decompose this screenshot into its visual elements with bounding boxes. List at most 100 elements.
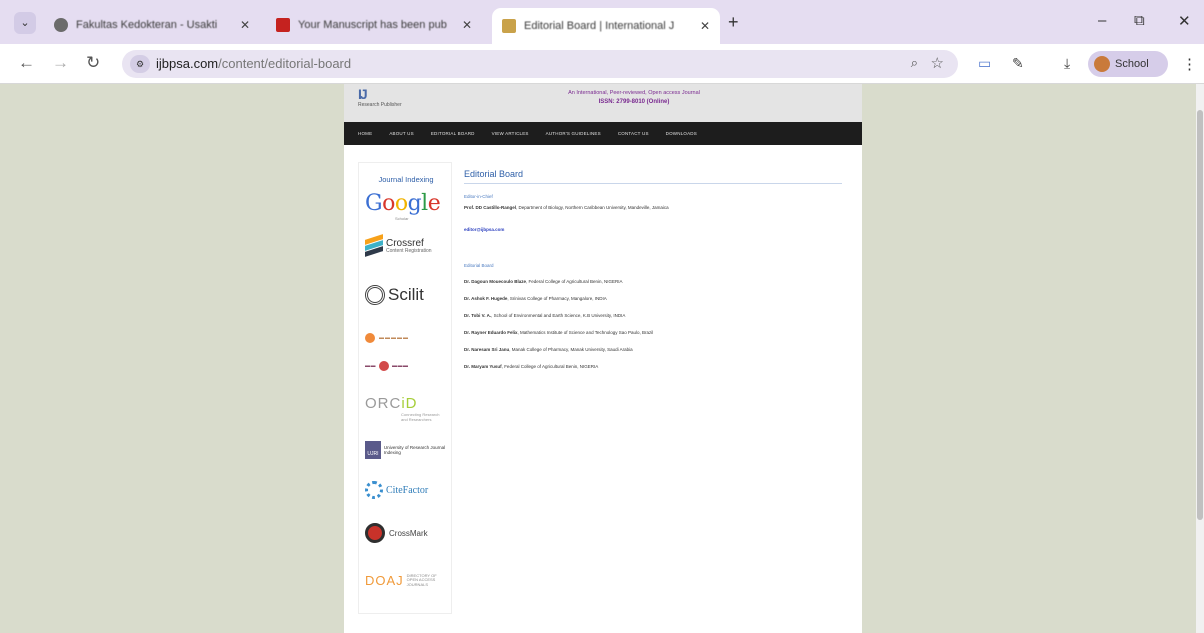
menu-kebab-icon[interactable]: ⋮	[1182, 55, 1197, 73]
crossmark-icon	[365, 523, 385, 543]
bookmark-star-icon[interactable]: ☆	[931, 54, 944, 72]
scilit-text: Scilit	[388, 285, 424, 304]
board-member: Dr. Dagoun Mouecoulo Blaze, Federal Coll…	[464, 279, 623, 284]
editor-in-chief-label: Editor-in-Chief	[464, 194, 493, 199]
close-window-button[interactable]: ✕	[1178, 12, 1191, 30]
zoom-icon[interactable]: ⌕	[911, 55, 918, 71]
tab-title: Fakultas Kedokteran - Usakti	[76, 19, 218, 31]
member-affiliation: , School of Environmental and Earth Scie…	[491, 313, 626, 318]
site-info-icon[interactable]: ⚙	[130, 55, 150, 73]
site-nav: HOME ABOUT US EDITORIAL BOARD VIEW ARTIC…	[344, 122, 862, 145]
board-member: Dr. Tobi V. A., School of Environmental …	[464, 313, 625, 318]
citefactor-logo[interactable]: CiteFactor	[365, 481, 447, 499]
member-affiliation: , Federal College of Agricultural Benin,…	[526, 279, 623, 284]
nav-editorial-board[interactable]: EDITORIAL BOARD	[431, 131, 475, 136]
research-journal-text: University of Research Journal Indexing	[383, 445, 446, 455]
member-name: Dr. Tobi V. A.	[464, 313, 492, 318]
crossref-icon	[365, 234, 383, 257]
index-dot-icon	[365, 333, 375, 343]
crossmark-text: CrossMark	[389, 528, 428, 538]
member-affiliation: , Mathematics Institute of Science and T…	[517, 330, 654, 335]
sidebar-title: Journal Indexing	[378, 175, 434, 184]
main-content: Editorial Board Editor-in-Chief Prof. DD…	[464, 169, 842, 369]
tab-title: Editorial Board | International J	[524, 20, 675, 32]
profile-button[interactable]: School	[1088, 51, 1168, 77]
forward-arrow-icon[interactable]: →	[52, 53, 69, 73]
citefactor-icon	[365, 481, 383, 499]
address-bar[interactable]: ⚙ ijbpsa.com/content/editorial-board ⌕ ☆	[122, 50, 958, 78]
building-icon: UJRI	[365, 441, 381, 459]
journal-tagline: An International, Peer-reviewed, Open ac…	[568, 90, 700, 96]
site-favicon-icon	[502, 19, 516, 33]
nav-view-articles[interactable]: VIEW ARTICLES	[492, 131, 529, 136]
google-sub: Scholar	[395, 216, 409, 221]
browser-toolbar: ← → ↻ ⚙ ijbpsa.com/content/editorial-boa…	[0, 44, 1204, 84]
logo-sub: Research Publisher	[358, 102, 402, 108]
site-header: IJ Research Publisher An International, …	[344, 84, 862, 122]
close-icon[interactable]: ✕	[700, 19, 710, 33]
tab-editorial-board[interactable]: Editorial Board | International J ✕	[492, 8, 720, 44]
reload-icon[interactable]: ↻	[86, 53, 100, 73]
tab-manuscript[interactable]: Your Manuscript has been pub ✕	[266, 10, 482, 40]
nav-contact[interactable]: CONTACT US	[618, 131, 649, 136]
page-scrollbar-thumb[interactable]	[1197, 110, 1203, 520]
new-tab-button[interactable]: +	[728, 12, 739, 33]
extensions-icon[interactable]: ✎	[1012, 55, 1024, 72]
orcid-logo[interactable]: ORCiD Connecting Research and Researcher…	[365, 395, 447, 422]
google-scholar-logo[interactable]: Google Scholar	[365, 191, 447, 221]
nav-downloads[interactable]: DOWNLOADS	[666, 131, 697, 136]
tab-search-button[interactable]: ⌄	[14, 12, 36, 34]
index-logo-red[interactable]: ▬▬ ▬▬▬	[365, 361, 447, 371]
crossmark-logo[interactable]: CrossMark	[365, 523, 447, 543]
nav-about[interactable]: ABOUT US	[389, 131, 414, 136]
editor-affiliation: , Department of Biology, Northern Caribb…	[516, 205, 669, 210]
tab-title: Your Manuscript has been pub	[298, 19, 447, 31]
url-host: ijbpsa.com	[156, 56, 219, 71]
page-title: Editorial Board	[464, 169, 842, 184]
doaj-text: DOAJ	[365, 573, 404, 588]
crossref-logo[interactable]: Crossref Content Registration	[365, 234, 447, 257]
board-member: Dr. Naresam Sri Janu, Manak College of P…	[464, 347, 633, 352]
orcid-sub: Connecting Research and Researchers	[401, 412, 440, 422]
back-arrow-icon[interactable]: ←	[18, 53, 35, 73]
editorial-board-label: Editorial Board	[464, 263, 494, 268]
nav-home[interactable]: HOME	[358, 131, 372, 136]
tab-fakultas[interactable]: Fakultas Kedokteran - Usakti ✕	[44, 10, 260, 40]
index-logo-orange[interactable]: ▬▬▬▬▬	[365, 333, 447, 343]
profile-label: School	[1115, 58, 1149, 70]
editor-email-link[interactable]: editor@ijbpsa.com	[464, 227, 504, 232]
url-text[interactable]: ijbpsa.com/content/editorial-board	[156, 56, 351, 71]
journal-issn: ISSN: 2799-8010 (Online)	[598, 99, 670, 105]
member-name: Dr. Ashok F. Hugede	[464, 296, 508, 301]
member-name: Dr. Rayner Eduardo Felix	[464, 330, 518, 335]
board-member: Dr. Maryam Yusuf, Federal College of Agr…	[464, 364, 598, 369]
board-member: Dr. Rayner Eduardo Felix, Mathematics In…	[464, 330, 653, 335]
logo-mark: IJ	[358, 86, 368, 102]
close-icon[interactable]: ✕	[240, 18, 250, 32]
editor-in-chief: Prof. DD Castillo-Rangel, Department of …	[464, 205, 669, 210]
restore-button[interactable]: ⧉	[1134, 12, 1145, 29]
member-name: Dr. Dagoun Mouecoulo Blaze	[464, 279, 527, 284]
tab-strip: ⌄ Fakultas Kedokteran - Usakti ✕ Your Ma…	[0, 0, 1204, 44]
research-journal-logo[interactable]: UJRI University of Research Journal Inde…	[365, 441, 447, 459]
editor-name: Prof. DD Castillo-Rangel	[464, 205, 517, 210]
member-affiliation: , Federal College of Agricultural Benin,…	[501, 364, 599, 369]
citefactor-text: CiteFactor	[386, 484, 429, 496]
indexing-sidebar: Journal Indexing Google Scholar Crossref…	[358, 162, 452, 614]
website-page: IJ Research Publisher An International, …	[344, 84, 862, 633]
nav-guidelines[interactable]: AUTHOR'S GUIDELINES	[546, 131, 601, 136]
doaj-logo[interactable]: DOAJ DIRECTORY OF OPEN ACCESS JOURNALS	[365, 573, 447, 588]
journal-logo[interactable]: IJ Research Publisher	[358, 86, 402, 120]
avatar	[1094, 56, 1110, 72]
scilit-logo[interactable]: Scilit	[365, 285, 447, 305]
close-icon[interactable]: ✕	[462, 18, 472, 32]
member-name: Dr. Naresam Sri Janu	[464, 347, 510, 352]
download-icon[interactable]: ⤓	[1064, 55, 1070, 72]
reading-list-icon[interactable]: ▭	[978, 55, 991, 72]
minimize-button[interactable]: –	[1098, 12, 1106, 29]
globe-icon	[54, 18, 68, 32]
url-path: /content/editorial-board	[218, 56, 352, 71]
member-affiliation: , Manak College of Pharmacy, Manak Unive…	[509, 347, 633, 352]
doaj-sub: DIRECTORY OF OPEN ACCESS JOURNALS	[406, 572, 437, 587]
index-circle-icon	[379, 361, 389, 371]
